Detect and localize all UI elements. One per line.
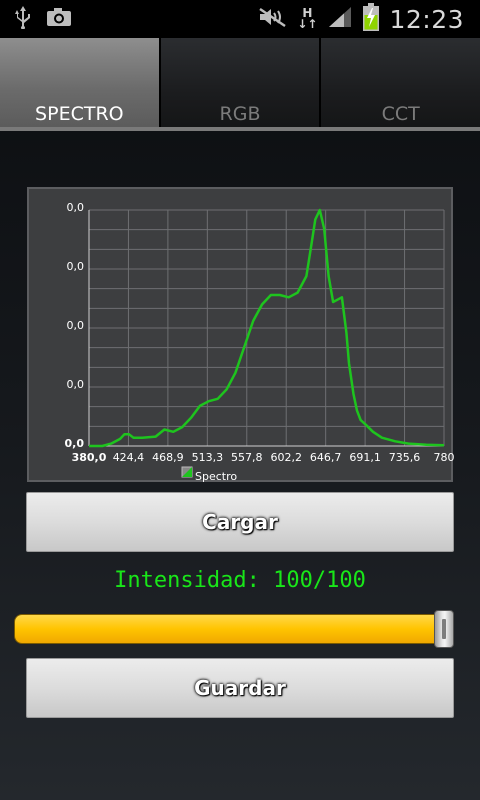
network-type-indicator: H ↓↑ [297, 7, 318, 31]
x-tick-label: 380,0 [72, 451, 107, 464]
x-tick-label: 468,9 [152, 451, 184, 464]
tab-spectro[interactable]: SPECTRO [0, 38, 161, 131]
x-tick-label: 735,6 [389, 451, 421, 464]
x-tick-label: 513,3 [192, 451, 224, 464]
x-tick-label: 780 [434, 451, 455, 464]
y-tick-label: 0,0 [67, 260, 85, 273]
intensity-slider-thumb[interactable] [434, 610, 454, 648]
intensity-label: Intensidad: 100/100 [114, 568, 366, 593]
x-tick-label: 646,7 [310, 451, 342, 464]
data-activity-arrows: ↓↑ [297, 17, 318, 31]
x-tick-label: 602,2 [270, 451, 302, 464]
mute-icon [257, 6, 287, 32]
intensity-slider[interactable] [14, 614, 454, 644]
y-tick-label: 0,0 [65, 437, 85, 450]
y-tick-label: 0,0 [67, 378, 85, 391]
signal-icon [327, 6, 353, 32]
status-bar: H ↓↑ 12:23 [0, 0, 480, 38]
legend-label: Spectro [195, 470, 237, 483]
save-button[interactable]: Guardar [26, 658, 454, 718]
camera-icon [46, 7, 72, 31]
tab-cct[interactable]: CCT [321, 38, 480, 131]
x-tick-label: 691,1 [349, 451, 381, 464]
usb-icon [14, 5, 32, 33]
tab-indicator [0, 127, 480, 131]
x-tick-label: 557,8 [231, 451, 263, 464]
intensity-slider-fill [15, 615, 453, 643]
y-tick-label: 0,0 [67, 201, 85, 214]
battery-charging-icon [363, 3, 380, 35]
y-tick-label: 0,0 [67, 319, 85, 332]
spectrum-chart-svg: 380,0 424,4 468,9 513,3 557,8 602,2 646,7 691,1… [65, 201, 455, 483]
tab-bar: SPECTRO RGB CCT [0, 38, 480, 131]
x-tick-label: 424,4 [113, 451, 145, 464]
clock: 12:23 [389, 4, 464, 34]
spectrum-chart: 380,0 424,4 468,9 513,3 557,8 602,2 646,7 691,1… [27, 187, 455, 483]
load-button[interactable]: Cargar [26, 492, 454, 552]
tab-rgb[interactable]: RGB [160, 38, 322, 131]
